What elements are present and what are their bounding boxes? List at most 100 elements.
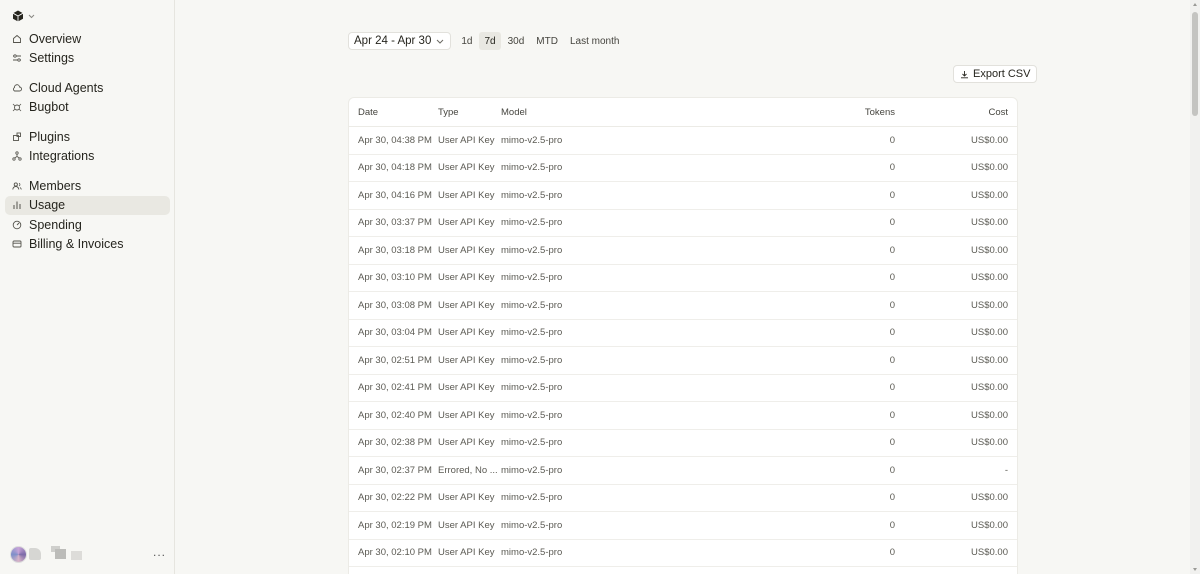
chevron-down-icon bbox=[28, 14, 35, 18]
cell-cost: - bbox=[1004, 464, 1008, 476]
cell-tokens: 0 bbox=[889, 409, 895, 421]
table-row[interactable]: Apr 30, 04:16 PM User API Key mimo-v2.5-pr… bbox=[349, 182, 1017, 210]
export-csv-button[interactable]: Export CSV bbox=[953, 65, 1038, 83]
table-row[interactable]: Apr 30, 02:10 PM User API Key mimo-v2.5-pr… bbox=[349, 540, 1017, 567]
column-header-type[interactable]: Type bbox=[438, 107, 501, 118]
sidebar-item-settings[interactable]: Settings bbox=[5, 49, 170, 69]
sidebar-item-label: Plugins bbox=[29, 129, 70, 144]
table-row[interactable]: Apr 30, 03:18 PM User API Key mimo-v2.5-pr… bbox=[349, 237, 1017, 265]
column-header-tokens[interactable]: Tokens bbox=[815, 107, 895, 118]
sidebar-item-billing-invoices[interactable]: Billing & Invoices bbox=[5, 235, 170, 255]
cell-tokens: 0 bbox=[889, 492, 895, 504]
column-header-cost[interactable]: Cost bbox=[895, 107, 1008, 118]
cell-date: Apr 30, 03:18 PM bbox=[358, 244, 432, 256]
cell-model: mimo-v2.5-pro bbox=[501, 327, 563, 339]
cell-cost: US$0.00 bbox=[971, 354, 1008, 366]
sidebar-item-bugbot[interactable]: Bugbot bbox=[5, 98, 170, 118]
range-button-1d[interactable]: 1d bbox=[456, 32, 477, 50]
avatar[interactable] bbox=[10, 545, 27, 563]
cell-tokens: 0 bbox=[889, 189, 895, 201]
workspace-switcher[interactable] bbox=[12, 10, 35, 22]
sidebar-item-label: Integrations bbox=[29, 149, 95, 164]
sidebar-item-plugins[interactable]: Plugins bbox=[5, 127, 170, 147]
table-row[interactable]: Apr 30, 04:18 PM User API Key mimo-v2.5-pr… bbox=[349, 155, 1017, 182]
cell-tokens: 0 bbox=[889, 134, 895, 146]
range-button-mtd[interactable]: MTD bbox=[531, 32, 563, 50]
table-row[interactable]: Apr 30, 02:51 PM User API Key mimo-v2.5-pr… bbox=[349, 347, 1017, 375]
cell-model: mimo-v2.5-pro bbox=[501, 162, 563, 174]
members-icon bbox=[12, 181, 22, 191]
sliders-icon bbox=[12, 53, 22, 63]
cell-tokens: 0 bbox=[889, 217, 895, 229]
cell-date: Apr 30, 02:41 PM bbox=[358, 382, 432, 394]
cell-type: User API Key bbox=[438, 492, 495, 504]
table-row[interactable]: Apr 30, 02:40 PM User API Key mimo-v2.5-pr… bbox=[349, 402, 1017, 430]
cell-date: Apr 30, 04:16 PM bbox=[358, 189, 432, 201]
cell-date: Apr 30, 03:37 PM bbox=[358, 217, 432, 229]
sidebar-item-label: Cloud Agents bbox=[29, 80, 104, 95]
cell-type: User API Key bbox=[438, 162, 495, 174]
table-row[interactable]: Apr 30, 03:37 PM User API Key mimo-v2.5-pr… bbox=[349, 210, 1017, 237]
table-row[interactable]: Apr 30, 02:19 PM User API Key mimo-v2.5-pr… bbox=[349, 512, 1017, 540]
scrollbar-thumb[interactable] bbox=[1192, 12, 1198, 116]
cloud-icon bbox=[12, 83, 22, 93]
user-account[interactable]: ... bbox=[10, 544, 166, 564]
table-row[interactable]: Apr 30, 02:22 PM User API Key mimo-v2.5-pr… bbox=[349, 485, 1017, 512]
range-button-30d[interactable]: 30d bbox=[503, 32, 530, 50]
cell-date: Apr 30, 02:51 PM bbox=[358, 354, 432, 366]
date-range-label: Apr 24 - Apr 30 bbox=[354, 35, 432, 47]
cell-model: mimo-v2.5-pro bbox=[501, 134, 563, 146]
cell-cost: US$0.00 bbox=[971, 189, 1008, 201]
sidebar-item-usage[interactable]: Usage bbox=[5, 195, 170, 215]
column-header-date[interactable]: Date bbox=[349, 107, 438, 118]
sidebar-item-cloud-agents[interactable]: Cloud Agents bbox=[5, 78, 170, 98]
scroll-up-icon[interactable] bbox=[1193, 3, 1197, 6]
vertical-scrollbar[interactable] bbox=[1190, 0, 1200, 574]
cell-model: mimo-v2.5-pro bbox=[501, 382, 563, 394]
date-range-select[interactable]: Apr 24 - Apr 30 bbox=[348, 32, 452, 50]
table-row[interactable]: Apr 30, 02:38 PM User API Key mimo-v2.5-pr… bbox=[349, 430, 1017, 457]
nav-group-divider bbox=[5, 166, 170, 176]
cell-model: mimo-v2.5-pro bbox=[501, 244, 563, 256]
cell-model: mimo-v2.5-pro bbox=[501, 547, 563, 559]
cell-model: mimo-v2.5-pro bbox=[501, 217, 563, 229]
more-options-button[interactable]: ... bbox=[153, 545, 166, 559]
download-icon bbox=[961, 70, 968, 78]
main-content: Apr 24 - Apr 30 1d 7d 30d MTD Last month Exp… bbox=[176, 0, 1190, 574]
sidebar-item-integrations[interactable]: Integrations bbox=[5, 147, 170, 167]
cell-date: Apr 30, 02:38 PM bbox=[358, 437, 432, 449]
range-button-7d[interactable]: 7d bbox=[479, 32, 501, 50]
gauge-icon bbox=[12, 220, 22, 230]
table-row[interactable]: Apr 30, 03:08 PM User API Key mimo-v2.5-pr… bbox=[349, 292, 1017, 320]
sidebar-item-spending[interactable]: Spending bbox=[5, 215, 170, 235]
cell-type: User API Key bbox=[438, 217, 495, 229]
cell-date: Apr 30, 02:22 PM bbox=[358, 492, 432, 504]
cell-model: mimo-v2.5-pro bbox=[501, 354, 563, 366]
table-row[interactable]: Apr 30, 02:37 PM Errored, No ... mimo-v2.5… bbox=[349, 457, 1017, 485]
scroll-down-icon[interactable] bbox=[1193, 568, 1197, 571]
table-row[interactable]: Apr 30, 02:41 PM User API Key mimo-v2.5-pr… bbox=[349, 375, 1017, 402]
cell-type: User API Key bbox=[438, 299, 495, 311]
cell-model: mimo-v2.5-pro bbox=[501, 409, 563, 421]
cell-cost: US$0.00 bbox=[971, 299, 1008, 311]
sidebar-item-overview[interactable]: Overview bbox=[5, 29, 170, 49]
table-row[interactable]: Apr 30, 03:04 PM User API Key mimo-v2.5-pr… bbox=[349, 320, 1017, 347]
sidebar: Overview Settings Cloud Agents Bugbot Plugin… bbox=[0, 0, 175, 574]
cell-model: mimo-v2.5-pro bbox=[501, 437, 563, 449]
sidebar-item-label: Settings bbox=[29, 51, 75, 66]
sidebar-item-members[interactable]: Members bbox=[5, 176, 170, 196]
table-row[interactable]: Apr 30, 04:38 PM User API Key mimo-v2.5-pr… bbox=[349, 127, 1017, 155]
cell-type: User API Key bbox=[438, 244, 495, 256]
column-header-model[interactable]: Model bbox=[501, 107, 815, 118]
redacted-username bbox=[29, 548, 41, 560]
cell-tokens: 0 bbox=[889, 327, 895, 339]
cell-cost: US$0.00 bbox=[971, 547, 1008, 559]
cell-cost: US$0.00 bbox=[971, 382, 1008, 394]
cell-cost: US$0.00 bbox=[971, 437, 1008, 449]
table-row[interactable]: Apr 30, 03:10 PM User API Key mimo-v2.5-pr… bbox=[349, 265, 1017, 292]
cell-cost: US$0.00 bbox=[971, 244, 1008, 256]
cell-type: User API Key bbox=[438, 327, 495, 339]
range-button-last-month[interactable]: Last month bbox=[565, 32, 624, 50]
nav-group-divider bbox=[5, 117, 170, 127]
cell-type: Errored, No ... bbox=[438, 464, 498, 476]
